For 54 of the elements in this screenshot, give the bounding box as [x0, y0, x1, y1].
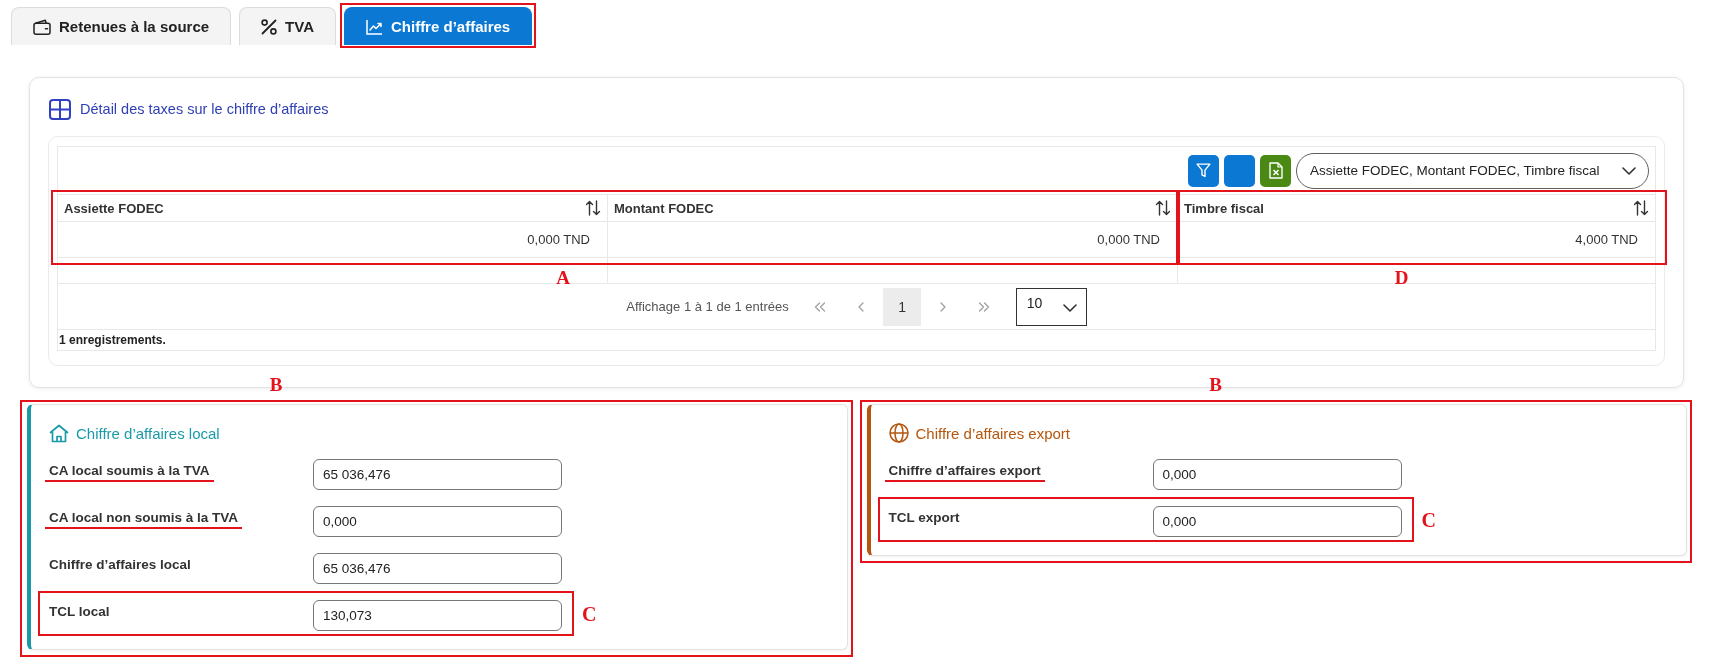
page-size-select[interactable]: 10	[1015, 287, 1087, 326]
pagination-summary: Affichage 1 à 1 de 1 entrées	[626, 299, 789, 314]
field-label: Chiffre d’affaires export	[888, 463, 1041, 478]
sort-icon[interactable]	[1155, 200, 1171, 216]
chevron-down-icon	[1622, 166, 1636, 175]
grid-icon	[49, 98, 71, 120]
panel-title: Chiffre d’affaires local	[76, 424, 220, 442]
tab[interactable]: TVA	[239, 7, 336, 45]
chevron-right-icon	[940, 301, 947, 312]
sort-icon[interactable]	[1633, 200, 1649, 216]
input-field[interactable]: 0,000	[313, 506, 562, 537]
tab[interactable]: Chiffre d’affaires	[343, 7, 533, 45]
sort-icon[interactable]	[585, 200, 601, 216]
table-cell: 0,000 TND	[608, 222, 1178, 258]
field-label: CA local non soumis à la TVA	[49, 510, 239, 525]
annotation-letter: A	[556, 268, 570, 287]
chevron-down-icon	[1062, 303, 1077, 312]
annotation-letter: C	[582, 603, 597, 624]
table-cell: 4,000 TND	[1178, 222, 1655, 258]
annotation-letter: B	[269, 375, 283, 394]
chevron-left-icon	[858, 301, 865, 312]
annotation-letter: D	[1394, 268, 1409, 287]
spreadsheet-icon	[1268, 162, 1283, 179]
toolbar-button[interactable]	[1224, 154, 1255, 187]
filter-icon	[1196, 163, 1211, 178]
page-button[interactable]: 1	[883, 287, 922, 326]
filter-button[interactable]	[1188, 154, 1219, 187]
input-field[interactable]: 65 036,476	[313, 459, 562, 490]
table-cell: 0,000 TND	[58, 222, 608, 258]
export-button[interactable]	[1260, 154, 1291, 187]
house-icon	[49, 423, 69, 443]
field-label: CA local soumis à la TVA	[49, 463, 210, 478]
record-count: 1 enregistrements.	[58, 332, 167, 349]
annotation-letter: C	[1421, 509, 1436, 530]
percent-icon	[261, 18, 278, 35]
line-chart-icon	[365, 18, 383, 35]
field-label: TCL local	[49, 604, 110, 619]
tab[interactable]: Retenues à la source	[11, 7, 232, 45]
field-label: Chiffre d’affaires local	[49, 557, 191, 572]
input-field[interactable]: 130,073	[313, 600, 562, 631]
panel-title: Chiffre d’affaires export	[915, 424, 1071, 442]
column-header: Assiette FODEC	[64, 200, 164, 216]
wallet-icon	[33, 18, 51, 35]
input-field[interactable]: 0,000	[1152, 506, 1402, 537]
annotation-letter: B	[1209, 375, 1222, 394]
card-title: Détail des taxes sur le chiffre d’affaires	[80, 101, 329, 117]
column-header: Montant FODEC	[614, 200, 714, 216]
input-field[interactable]: 0,000	[1152, 459, 1402, 490]
column-header: Timbre fiscal	[1184, 200, 1264, 216]
globe-icon	[888, 423, 909, 443]
field-label: TCL export	[888, 510, 960, 525]
double-chevron-left-icon	[814, 301, 827, 312]
double-chevron-right-icon	[978, 301, 991, 312]
input-field[interactable]: 65 036,476	[313, 553, 562, 584]
